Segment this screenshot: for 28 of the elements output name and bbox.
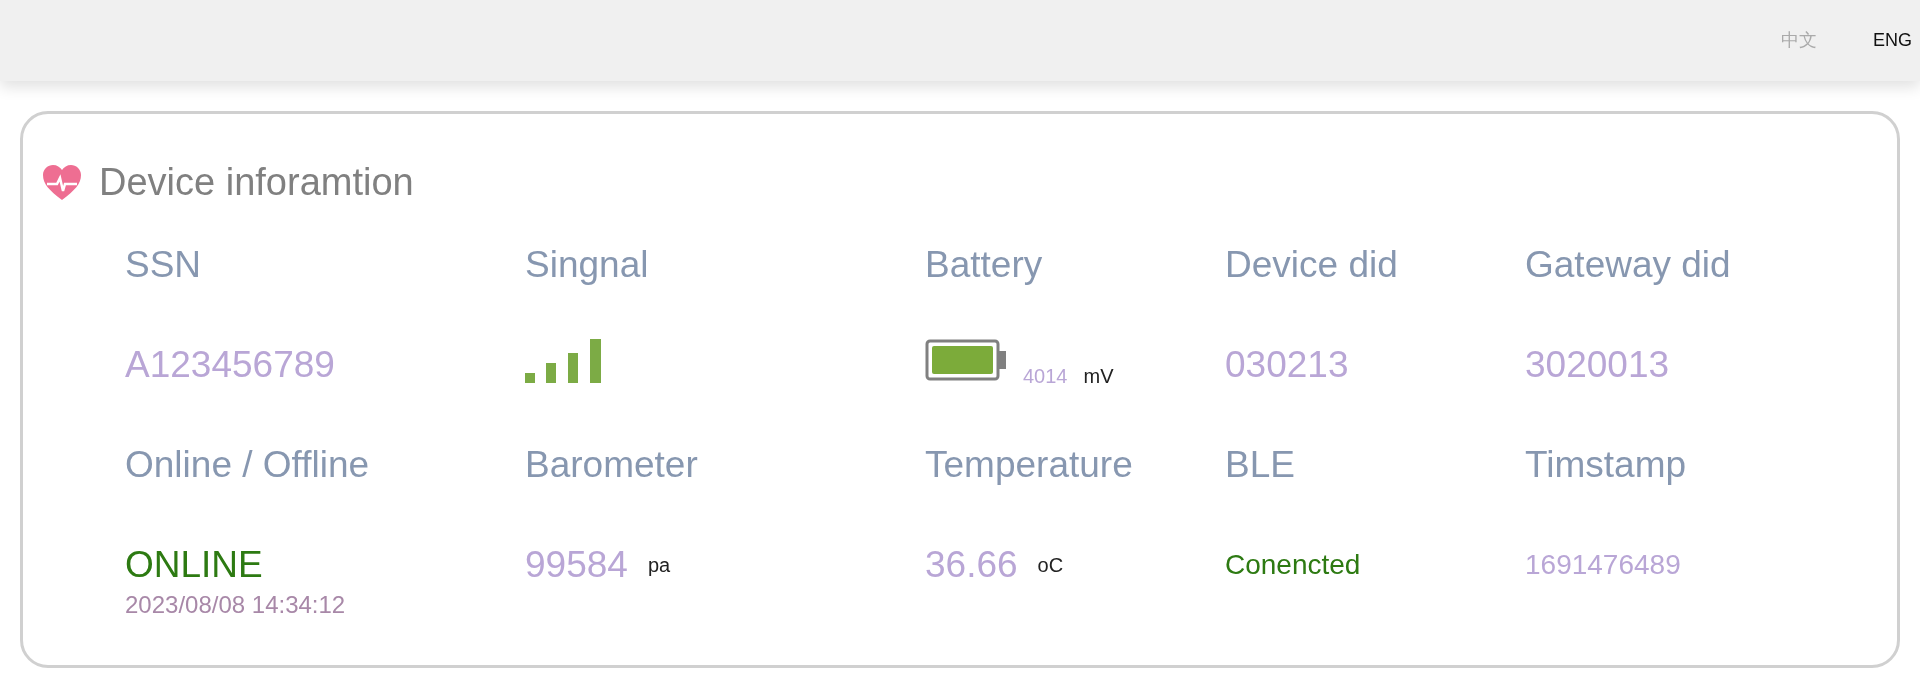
field-label: Temperature: [925, 443, 1134, 487]
field-label: Barometer: [525, 443, 699, 487]
field-value: 1691476489: [1525, 548, 1681, 582]
field-value: 36.66: [925, 543, 1018, 588]
field-label: BLE: [1225, 443, 1296, 487]
update-time: 2023/08/08 14:34:12: [125, 590, 347, 620]
field-label: Battery: [925, 243, 1044, 287]
language-link[interactable]: ENG: [1873, 27, 1912, 54]
signal-icon: [525, 339, 601, 383]
card-title: Device inforamtion: [99, 160, 414, 205]
field-value: ONLINE: [125, 543, 263, 588]
field-label: Singnal: [525, 243, 650, 287]
field-label: Gateway did: [1525, 243, 1732, 287]
unit-label: oC: [1037, 553, 1064, 578]
field-label: Timstamp: [1525, 443, 1688, 487]
unit-label: mV: [1083, 364, 1114, 389]
heart-icon: [41, 163, 83, 202]
field-label: SSN: [125, 243, 203, 287]
battery-icon: [925, 339, 1007, 381]
field-label: Device did: [1225, 243, 1399, 287]
battery-voltage: 4014: [1023, 364, 1068, 389]
field-value: 3020013: [1525, 343, 1670, 388]
field-value: 99584: [525, 543, 628, 588]
field-value: Conencted: [1225, 548, 1361, 582]
field-label: Online / Offline: [125, 443, 371, 487]
field-value: 030213: [1225, 343, 1349, 388]
unit-label: pa: [647, 553, 671, 578]
field-value: A123456789: [125, 343, 335, 388]
